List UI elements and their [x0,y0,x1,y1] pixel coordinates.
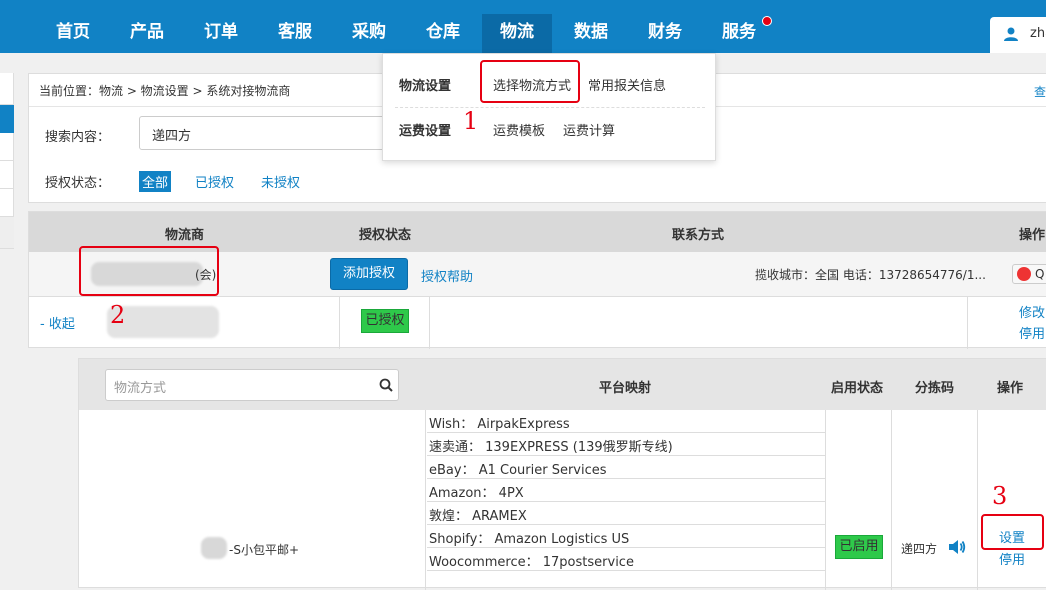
mapping-row: Wish： AirpakExpress [427,410,825,433]
annotation-box-1 [480,60,580,103]
freight-settings-label: 运费设置 [399,124,452,139]
annotation-box-3 [981,514,1044,550]
disable-link[interactable]: 停用 [1019,323,1045,342]
sidebar-item[interactable] [0,133,14,161]
nav-data[interactable]: 数据 [558,14,624,53]
mapping-row: Woocommerce： 17postservice [427,548,825,571]
divider [967,297,968,349]
freight-calc-link[interactable]: 运费计算 [563,120,615,139]
freight-template-link[interactable]: 运费模板 [493,120,545,139]
disable-method-link[interactable]: 停用 [999,549,1025,568]
mapping-row: 敦煌： ARAMEX [427,502,825,525]
contact-info: 揽收城市：全国 电话：13728654776/1... [755,268,986,282]
speaker-icon[interactable] [947,537,967,557]
nav-warehouse[interactable]: 仓库 [410,14,476,53]
nav-customer-service[interactable]: 客服 [262,14,328,53]
logistics-method-table: 物流方式 平台映射 启用状态 分拣码 操作 Wish： AirpakExpres… [78,358,1046,590]
nav-finance[interactable]: 财务 [632,14,698,53]
collapse-link[interactable]: - 收起 [40,313,75,332]
table-header: 物流方式 平台映射 启用状态 分拣码 操作 [79,359,1046,410]
nav-products[interactable]: 产品 [114,14,180,53]
sort-code: 递四方 [901,542,938,556]
mapping-row: Amazon： 4PX [427,479,825,502]
sidebar-item[interactable] [0,217,14,249]
sidebar-item[interactable] [0,189,14,217]
filter-all[interactable]: 全部 [139,171,172,192]
col-actions: 操作 [997,381,1024,396]
divider [891,410,892,590]
annotation-number-3: 3 [992,482,1008,510]
method-search-input[interactable]: 物流方式 [105,369,399,401]
mapping-row: Shopify： Amazon Logistics US [427,525,825,548]
divider [429,297,430,349]
logistics-settings-label: 物流设置 [399,79,452,94]
qq-button[interactable]: Q [1012,264,1046,284]
nav-orders[interactable]: 订单 [188,14,254,53]
blurred-method-prefix [201,537,227,559]
customs-info-link[interactable]: 常用报关信息 [588,75,666,94]
auth-status-label: 授权状态： [45,176,111,191]
divider [395,107,705,108]
enabled-badge: 已启用 [835,535,883,559]
col-contact: 联系方式 [672,228,725,243]
col-enabled-status: 启用状态 [831,381,884,396]
left-sidebar [0,73,14,249]
top-navigation: 首页 产品 订单 客服 采购 仓库 物流 数据 财务 服务 zha [0,0,1046,53]
breadcrumb: 当前位置：物流 > 物流设置 > 系统对接物流商 [39,84,291,98]
divider [977,410,978,590]
qq-icon [1017,267,1031,281]
notification-dot [762,16,772,26]
sidebar-item[interactable] [0,73,14,105]
method-name: -S小包平邮+ [229,543,300,557]
sidebar-item[interactable] [0,161,14,189]
authorization-help-link[interactable]: 授权帮助 [421,266,473,285]
user-menu[interactable]: zha [990,17,1046,53]
divider [339,297,340,349]
annotation-number-2: 2 [110,301,126,329]
user-icon [1004,27,1018,41]
add-authorization-button[interactable]: 添加授权 [330,258,408,290]
sidebar-item-active[interactable] [0,105,14,133]
col-sort-code: 分拣码 [915,381,955,396]
divider [425,410,426,590]
search-label: 搜索内容： [45,130,111,145]
user-name: zha [1030,26,1046,41]
divider [825,410,826,590]
col-actions: 操作 [1019,228,1046,243]
col-auth-status: 授权状态 [359,228,412,243]
annotation-number-1: 1 [463,107,479,135]
nav-logistics[interactable]: 物流 [482,14,552,53]
authorized-badge: 已授权 [361,309,409,333]
filter-authorized[interactable]: 已授权 [195,172,234,191]
annotation-box-2 [79,246,219,296]
search-icon[interactable] [379,378,393,392]
edit-link[interactable]: 修改 [1019,302,1045,321]
search-input[interactable]: 递四方 [139,116,389,150]
nav-home[interactable]: 首页 [40,14,106,53]
filter-unauthorized[interactable]: 未授权 [261,172,300,191]
view-link[interactable]: 查 [1034,83,1046,100]
mapping-row: 速卖通： 139EXPRESS (139俄罗斯专线) [427,433,825,456]
nav-purchasing[interactable]: 采购 [336,14,402,53]
col-platform-mapping: 平台映射 [599,381,652,396]
col-carrier: 物流商 [165,228,205,243]
mapping-row: eBay： A1 Courier Services [427,456,825,479]
qq-label: Q [1035,267,1045,281]
